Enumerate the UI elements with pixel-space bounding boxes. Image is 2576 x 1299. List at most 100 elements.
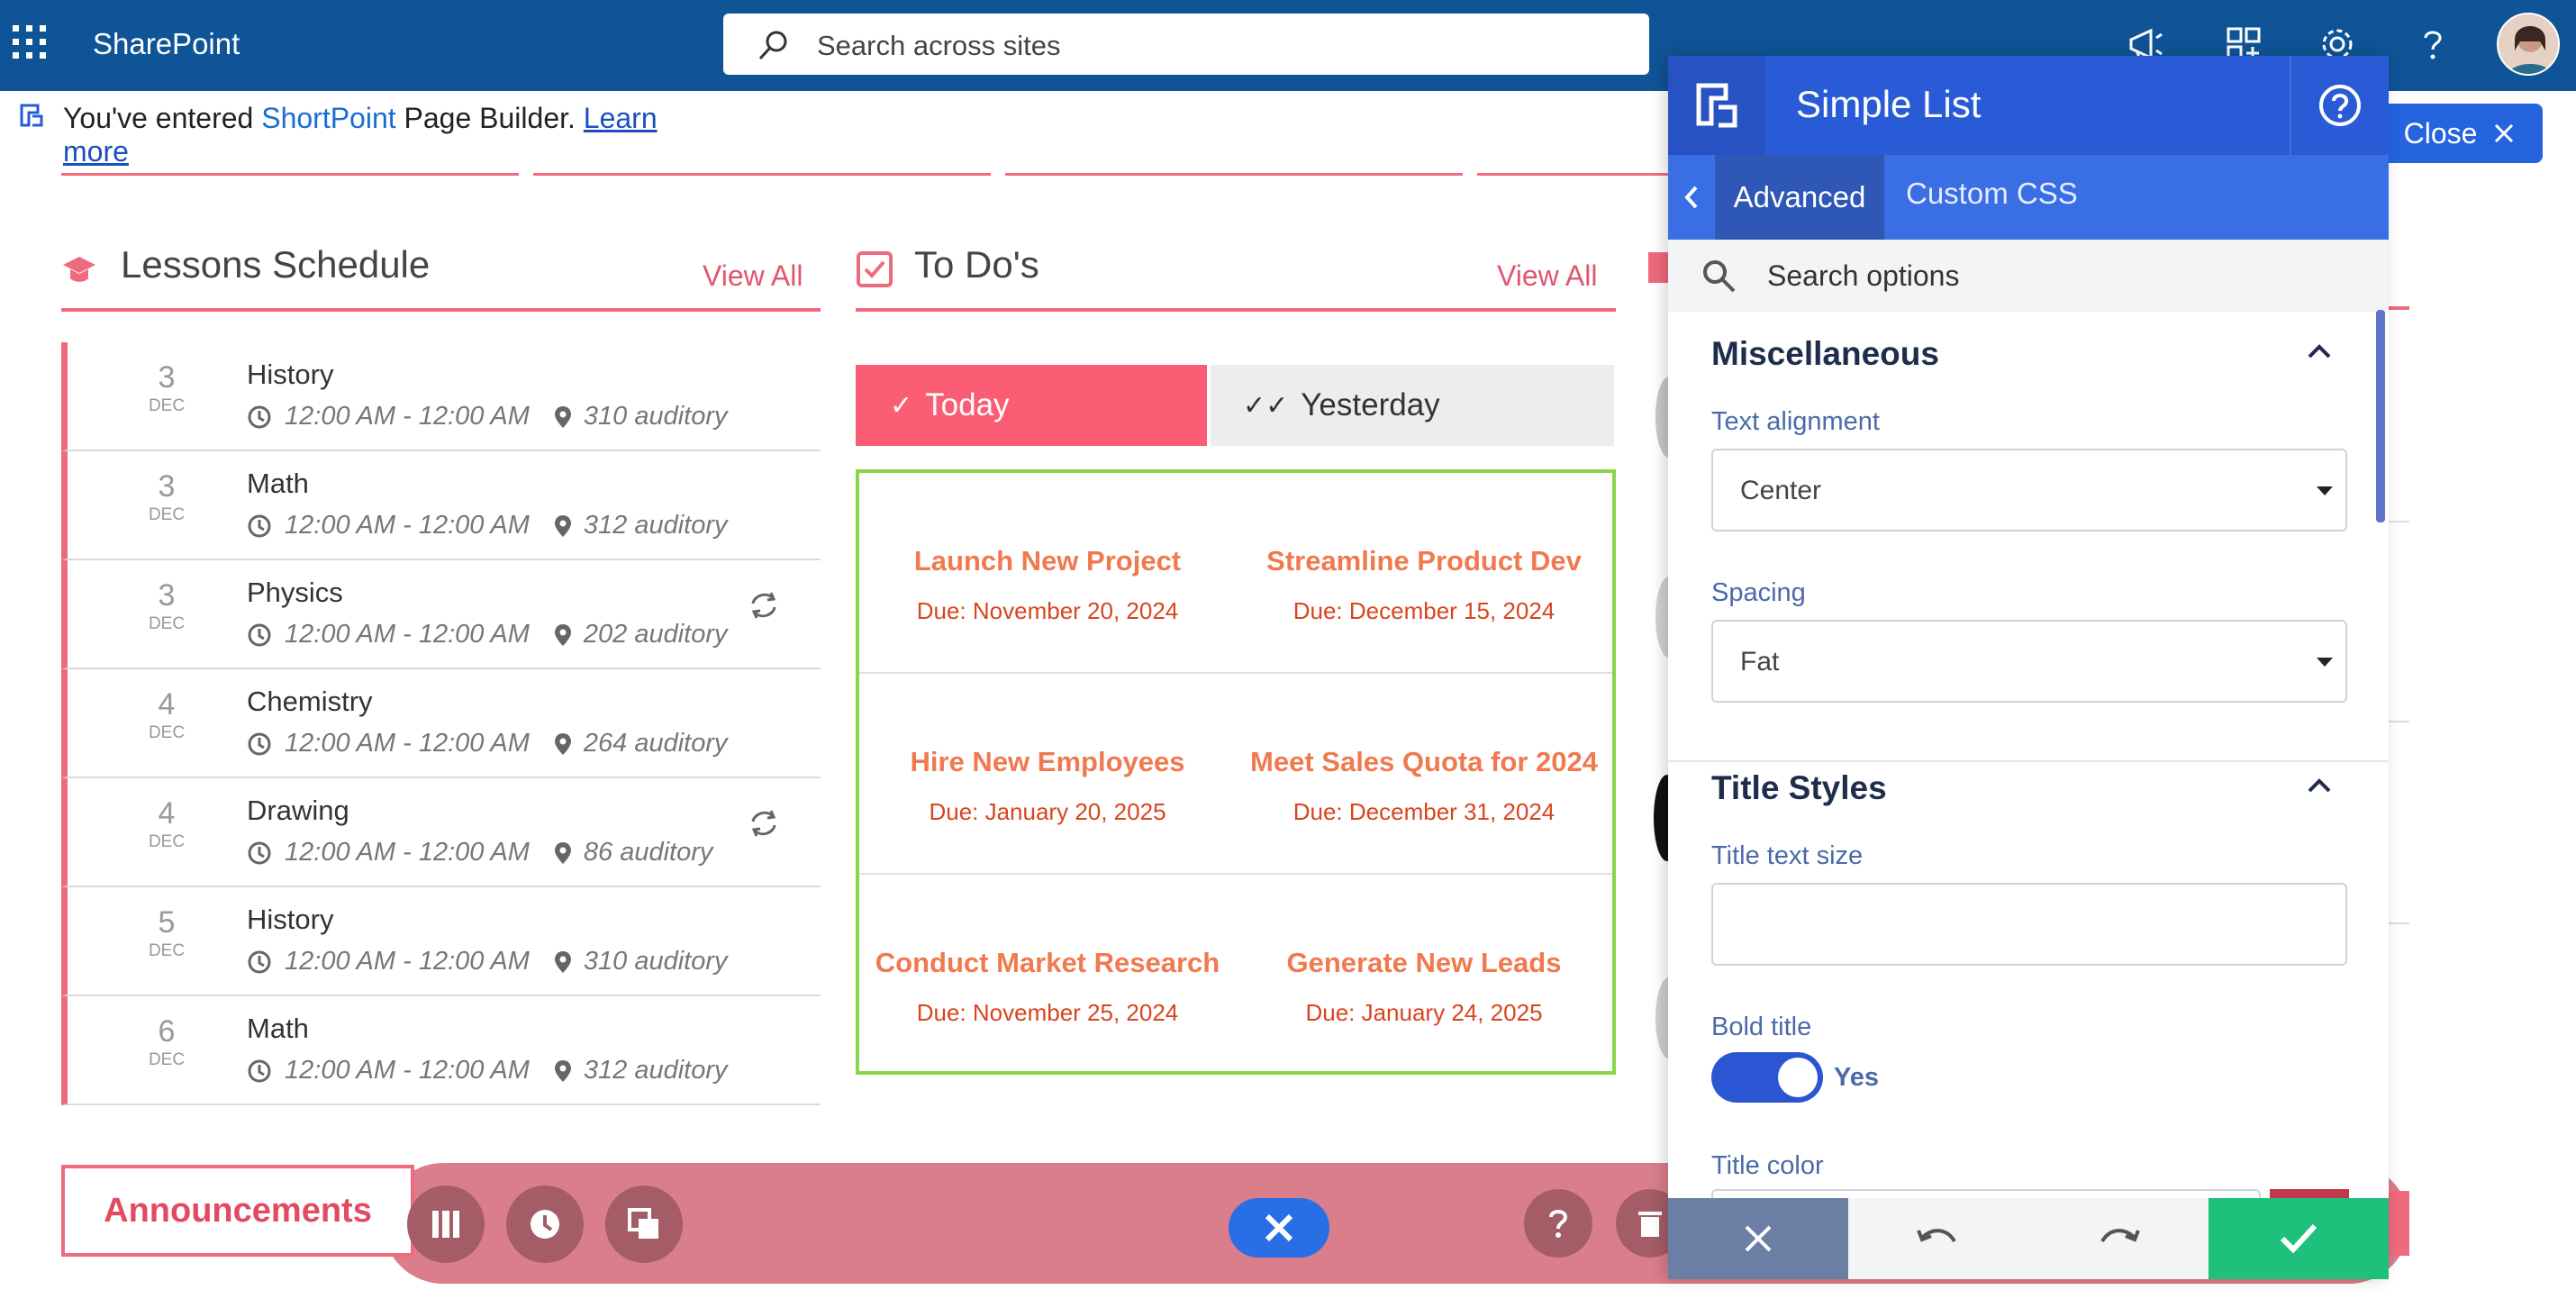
columns-button[interactable] <box>407 1185 485 1263</box>
todo-due-date: Due: January 20, 2025 <box>929 798 1166 825</box>
tab-custom-css[interactable]: Custom CSS <box>1906 177 2078 211</box>
search-input[interactable]: Search across sites <box>817 30 1061 62</box>
site-search-box[interactable]: Search across sites <box>723 14 1649 75</box>
todo-item[interactable]: Conduct Market Research Due: November 25,… <box>859 875 1236 1076</box>
todo-item[interactable]: Launch New Project Due: November 20, 2024 <box>859 473 1236 674</box>
lesson-month: DEC <box>148 1050 186 1069</box>
lesson-day: 3 <box>158 469 176 504</box>
lesson-row[interactable]: 4 DEC Chemistry 12:00 AM - 12:00 AM 264 audi… <box>61 669 821 778</box>
redo-button[interactable] <box>2028 1198 2209 1279</box>
double-check-icon: ✓✓ <box>1243 390 1289 421</box>
lesson-subject: Drawing <box>247 795 349 826</box>
tab-today[interactable]: ✓ Today <box>856 365 1207 446</box>
undo-button[interactable] <box>1848 1198 2028 1279</box>
confirm-button[interactable] <box>2209 1198 2389 1279</box>
clock-icon <box>248 514 271 537</box>
app-name[interactable]: SharePoint <box>93 27 240 61</box>
lesson-month: DEC <box>148 614 186 633</box>
lesson-meta: 12:00 AM - 12:00 AM 312 auditory <box>247 1056 728 1086</box>
lesson-row[interactable]: 3 DEC Math 12:00 AM - 12:00 AM 312 auditory <box>61 451 821 560</box>
text-alignment-select[interactable]: Center <box>1711 449 2347 531</box>
history-button[interactable] <box>506 1185 584 1263</box>
todo-item[interactable]: Meet Sales Quota for 2024 Due: December 3… <box>1236 674 1612 875</box>
tab-underline <box>533 173 991 176</box>
shortpoint-logo-icon <box>1668 56 1765 155</box>
misc-group-title[interactable]: Miscellaneous <box>1711 335 1939 373</box>
back-button[interactable] <box>1668 155 1715 240</box>
clock-icon <box>248 950 271 973</box>
lesson-row[interactable]: 3 DEC History 12:00 AM - 12:00 AM 310 audito… <box>61 342 821 451</box>
discard-button[interactable] <box>1668 1198 1848 1279</box>
notice-brand: ShortPoint <box>261 102 396 134</box>
lesson-row[interactable]: 4 DEC Drawing 12:00 AM - 12:00 AM 86 auditor… <box>61 778 821 887</box>
redo-icon <box>2100 1229 2140 1243</box>
cancel-toolbar-button[interactable] <box>1229 1198 1329 1258</box>
title-text-size-input[interactable] <box>1711 883 2347 966</box>
notice-text: You've entered ShortPoint Page Builder. … <box>63 102 712 168</box>
todo-item[interactable]: Hire New Employees Due: January 20, 2025 <box>859 674 1236 875</box>
title-styles-group-title[interactable]: Title Styles <box>1711 769 1887 807</box>
lesson-row[interactable]: 6 DEC Math 12:00 AM - 12:00 AM 312 auditory <box>61 996 821 1105</box>
lesson-meta: 12:00 AM - 12:00 AM 310 auditory <box>247 947 728 977</box>
lesson-row[interactable]: 5 DEC History 12:00 AM - 12:00 AM 310 audito… <box>61 887 821 996</box>
lessons-view-all-link[interactable]: View All <box>703 259 803 293</box>
lesson-subject: Math <box>247 1013 309 1044</box>
title-text-size-label: Title text size <box>1711 841 1864 870</box>
tab-underline <box>1477 173 1668 176</box>
panel-help-button[interactable] <box>2290 56 2389 155</box>
lesson-meta: 12:00 AM - 12:00 AM 312 auditory <box>247 511 728 540</box>
lesson-day: 4 <box>158 796 176 831</box>
notice-suffix: Page Builder. <box>395 102 584 134</box>
copy-icon <box>628 1208 658 1239</box>
todo-due-date: Due: November 25, 2024 <box>916 999 1179 1026</box>
divider <box>2387 721 2409 722</box>
chevron-up-icon[interactable] <box>2306 342 2333 360</box>
trash-icon <box>1638 1212 1662 1237</box>
lesson-meta: 12:00 AM - 12:00 AM 86 auditory <box>247 838 712 868</box>
panel-scrollbar[interactable] <box>2376 310 2385 522</box>
lesson-row[interactable]: 3 DEC Physics 12:00 AM - 12:00 AM 202 audito… <box>61 560 821 669</box>
tab-advanced[interactable]: Advanced <box>1715 155 1884 240</box>
options-search[interactable]: Search options <box>1668 240 2389 312</box>
panel-tabs: Advanced Custom CSS <box>1668 155 2389 240</box>
spacing-select[interactable]: Fat <box>1711 620 2347 703</box>
todo-item[interactable]: Generate New Leads Due: January 24, 2025 <box>1236 875 1612 1076</box>
spacing-label: Spacing <box>1711 578 1806 607</box>
caret-down-icon <box>2317 658 2333 667</box>
todo-item[interactable]: Streamline Product Dev Due: December 15, … <box>1236 473 1612 674</box>
todo-row: Launch New Project Due: November 20, 2024… <box>859 473 1612 674</box>
chevron-up-icon[interactable] <box>2306 777 2333 795</box>
lesson-subject: Physics <box>247 577 343 608</box>
app-launcher-icon[interactable] <box>13 25 47 59</box>
toggle-knob <box>1778 1058 1818 1097</box>
lessons-underline <box>61 308 821 312</box>
help-icon[interactable] <box>2414 25 2452 63</box>
clock-icon <box>248 1059 271 1082</box>
bold-title-value: Yes <box>1834 1063 1879 1092</box>
avatar[interactable] <box>2497 13 2560 76</box>
lesson-day: 6 <box>158 1014 176 1049</box>
tab-today-label: Today <box>925 387 1010 422</box>
lesson-subject: Math <box>247 468 309 499</box>
location-pin-icon <box>554 950 571 973</box>
recurring-icon <box>751 592 776 619</box>
todo-due-date: Due: November 20, 2024 <box>916 597 1179 624</box>
lesson-meta: 12:00 AM - 12:00 AM 264 auditory <box>247 729 728 759</box>
tab-yesterday[interactable]: ✓✓ Yesterday <box>1211 365 1614 446</box>
lessons-title: Lessons Schedule <box>121 243 431 286</box>
lesson-month: DEC <box>148 396 186 415</box>
close-icon <box>2495 123 2514 143</box>
announcements-tab[interactable]: Announcements <box>61 1165 414 1257</box>
todos-view-all-link[interactable]: View All <box>1497 259 1597 293</box>
copy-button[interactable] <box>605 1185 683 1263</box>
options-search-input[interactable]: Search options <box>1767 259 1959 293</box>
lesson-day: 5 <box>158 905 176 940</box>
divider <box>2387 306 2409 310</box>
close-builder-button[interactable]: Close <box>2376 104 2543 163</box>
todo-row: Hire New Employees Due: January 20, 2025 M… <box>859 674 1612 875</box>
lesson-location: 312 auditory <box>583 1056 728 1085</box>
todo-due-date: Due: December 31, 2024 <box>1293 798 1556 825</box>
help-button[interactable] <box>1524 1189 1592 1258</box>
bold-title-toggle[interactable] <box>1711 1052 1823 1103</box>
lesson-location: 312 auditory <box>583 511 728 540</box>
